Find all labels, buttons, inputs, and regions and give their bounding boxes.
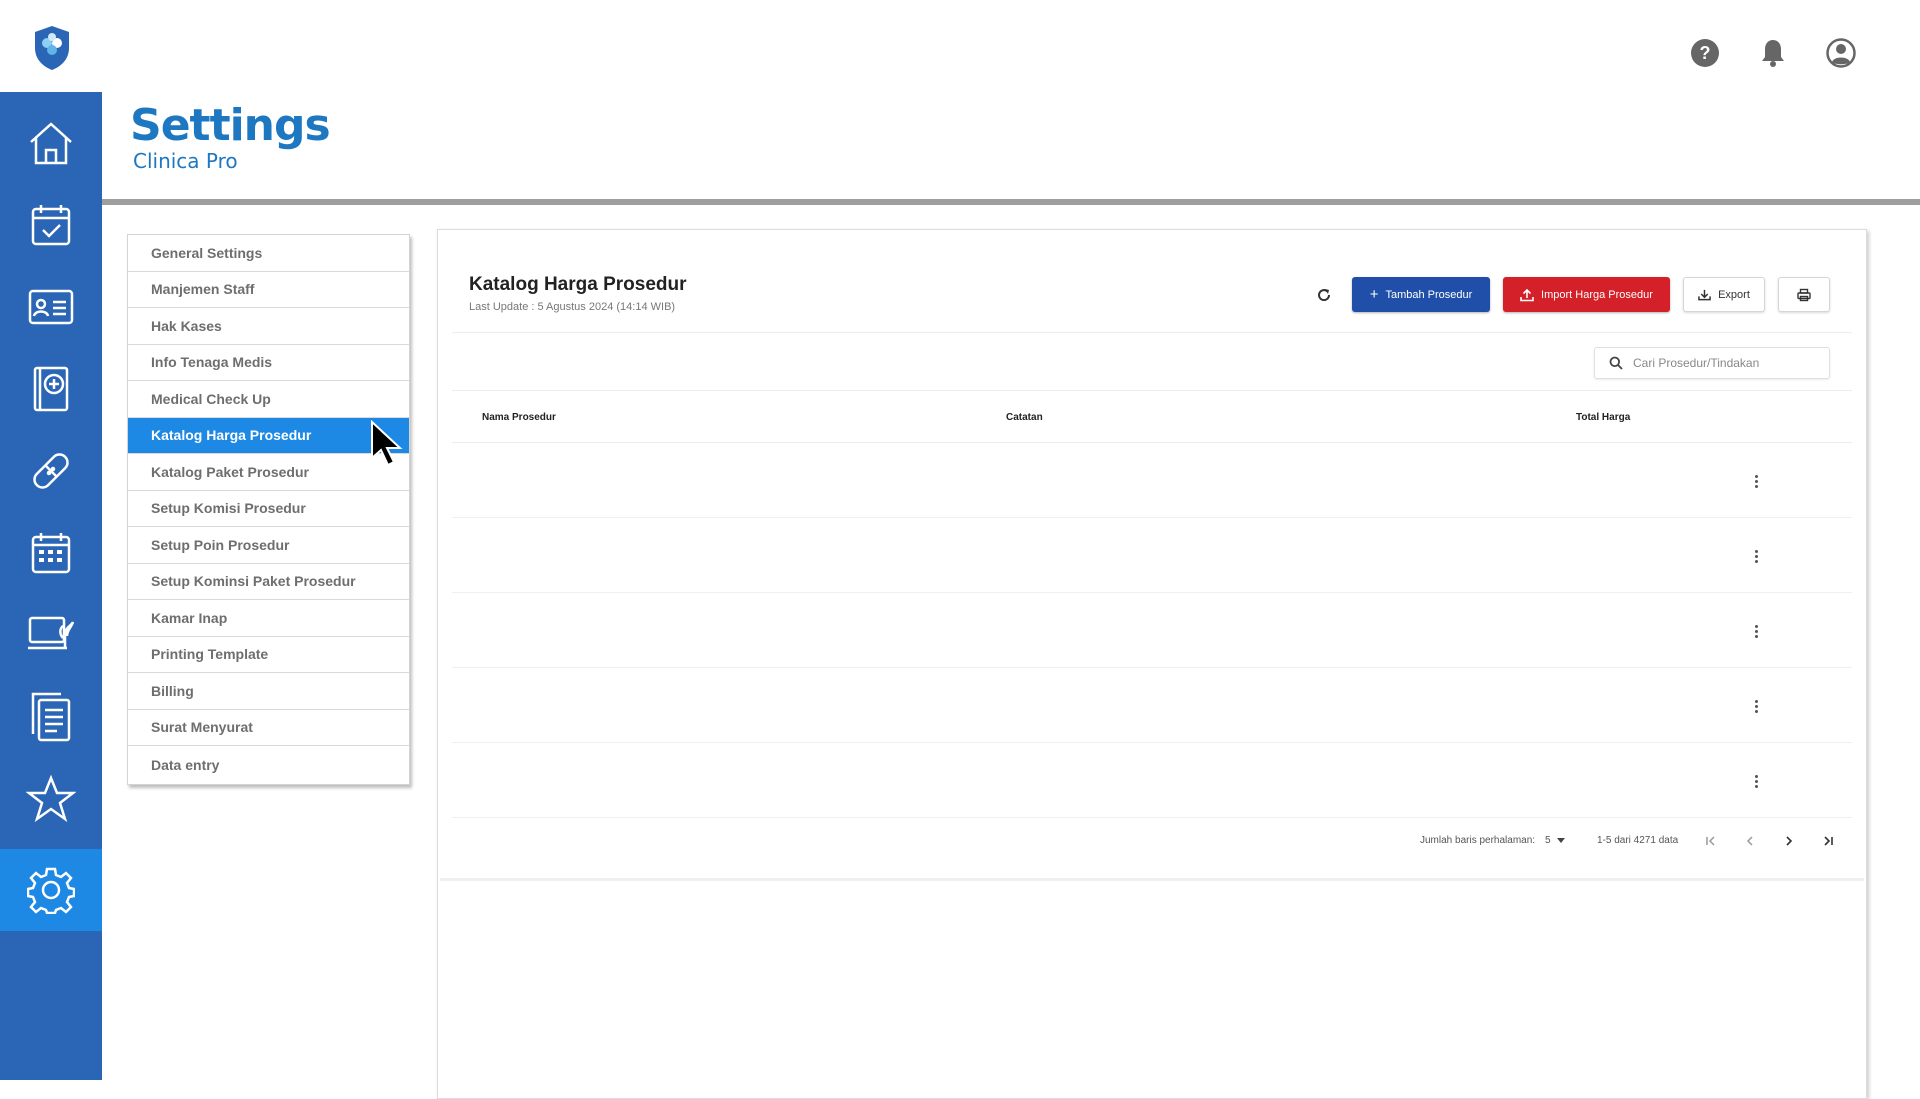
- upload-icon: [1520, 288, 1534, 301]
- add-procedure-label: Tambah Prosedur: [1385, 288, 1473, 301]
- panel-title: Katalog Harga Prosedur: [469, 274, 687, 295]
- refresh-button[interactable]: [1311, 277, 1337, 312]
- column-header-catatan[interactable]: Catatan: [1006, 412, 1043, 423]
- rows-per-page-label: Jumlah baris perhalaman:: [1420, 835, 1536, 846]
- bell-icon[interactable]: [1758, 38, 1788, 68]
- calendar-grid-icon[interactable]: [0, 512, 102, 594]
- column-header-total-harga[interactable]: Total Harga: [1576, 412, 1630, 423]
- calendar-check-icon[interactable]: [0, 184, 102, 266]
- page-subtitle: Clinica Pro: [133, 149, 238, 173]
- id-card-icon[interactable]: [0, 266, 102, 348]
- menu-item-billing[interactable]: Billing: [128, 673, 409, 710]
- previous-page-button[interactable]: [1740, 831, 1760, 851]
- last-page-icon: [1824, 836, 1833, 846]
- sidebar: [0, 92, 102, 1080]
- menu-item-setup-komisi-prosedur[interactable]: Setup Komisi Prosedur: [128, 491, 409, 527]
- star-icon[interactable]: [0, 758, 102, 840]
- table-row: [452, 593, 1852, 668]
- menu-item-general-settings[interactable]: General Settings: [128, 235, 409, 272]
- search-input[interactable]: [1633, 356, 1813, 370]
- row-menu-icon[interactable]: [1748, 471, 1764, 491]
- last-update-text: Last Update : 5 Agustus 2024 (14:14 WIB): [469, 301, 676, 313]
- refresh-icon: [1318, 288, 1331, 301]
- row-menu-icon[interactable]: [1748, 546, 1764, 566]
- home-icon[interactable]: [0, 102, 102, 184]
- menu-item-medical-check-up[interactable]: Medical Check Up: [128, 381, 409, 418]
- rows-per-page-select[interactable]: 5: [1545, 835, 1565, 846]
- menu-item-katalog-harga-prosedur[interactable]: Katalog Harga Prosedur: [128, 417, 409, 454]
- row-menu-icon[interactable]: [1748, 621, 1764, 641]
- table-row: [452, 518, 1852, 593]
- clipboard-list-icon[interactable]: [0, 676, 102, 758]
- table-row: [452, 443, 1852, 518]
- rows-per-page-value: 5: [1545, 835, 1551, 846]
- row-menu-icon[interactable]: [1748, 771, 1764, 791]
- menu-item-printing-template[interactable]: Printing Template: [128, 637, 409, 673]
- page-header: Settings Clinica Pro: [130, 100, 331, 173]
- menu-item-surat-menyurat[interactable]: Surat Menyurat: [128, 710, 409, 746]
- first-page-button[interactable]: [1701, 831, 1721, 851]
- add-procedure-button[interactable]: + Tambah Prosedur: [1352, 277, 1490, 312]
- panel-section-divider: [440, 878, 1864, 881]
- column-header-nama-prosedur[interactable]: Nama Prosedur: [482, 412, 556, 423]
- help-icon[interactable]: ?: [1690, 38, 1720, 68]
- download-icon: [1698, 289, 1711, 301]
- pagination-range: 1-5 dari 4271 data: [1597, 835, 1679, 846]
- table-row: [452, 668, 1852, 743]
- printer-icon: [1797, 288, 1811, 301]
- caret-down-icon: [1556, 837, 1565, 843]
- bandage-icon[interactable]: [0, 430, 102, 512]
- search-box[interactable]: [1594, 347, 1830, 379]
- table-row: [452, 743, 1852, 818]
- print-button[interactable]: [1778, 277, 1830, 312]
- gear-icon[interactable]: [0, 849, 102, 931]
- user-icon[interactable]: [1826, 38, 1856, 68]
- monitor-plant-icon[interactable]: [0, 594, 102, 676]
- next-page-button[interactable]: [1779, 831, 1799, 851]
- chevron-right-icon: [1786, 836, 1793, 846]
- import-price-button[interactable]: Import Harga Prosedur: [1503, 277, 1670, 312]
- search-icon: [1609, 356, 1623, 370]
- clinic-logo[interactable]: [32, 24, 72, 72]
- menu-item-manajemen-staff[interactable]: Manjemen Staff: [128, 272, 409, 308]
- menu-item-setup-komisi-paket[interactable]: Setup Kominsi Paket Prosedur: [128, 564, 409, 600]
- export-button[interactable]: Export: [1683, 277, 1765, 312]
- menu-item-kamar-inap[interactable]: Kamar Inap: [128, 600, 409, 637]
- menu-item-setup-poin-prosedur[interactable]: Setup Poin Prosedur: [128, 527, 409, 564]
- menu-item-katalog-paket-prosedur[interactable]: Katalog Paket Prosedur: [128, 454, 409, 491]
- last-page-button[interactable]: [1818, 831, 1838, 851]
- row-menu-icon[interactable]: [1748, 696, 1764, 716]
- header-divider: [102, 199, 1920, 205]
- menu-item-data-entry[interactable]: Data entry: [128, 746, 409, 784]
- first-page-icon: [1706, 836, 1715, 846]
- svg-text:?: ?: [1700, 43, 1711, 63]
- medical-book-icon[interactable]: [0, 348, 102, 430]
- content-panel: Katalog Harga Prosedur Last Update : 5 A…: [437, 229, 1867, 1099]
- chevron-left-icon: [1746, 836, 1753, 846]
- menu-item-info-tenaga-medis[interactable]: Info Tenaga Medis: [128, 345, 409, 381]
- settings-menu: General Settings Manjemen Staff Hak Kase…: [127, 234, 410, 785]
- import-price-label: Import Harga Prosedur: [1541, 288, 1653, 301]
- top-bar: ?: [0, 0, 1920, 92]
- menu-item-hak-akses[interactable]: Hak Kases: [128, 308, 409, 345]
- export-label: Export: [1718, 288, 1750, 301]
- mouse-cursor-icon: [370, 419, 404, 473]
- plus-icon: +: [1369, 286, 1379, 303]
- search-divider: [452, 390, 1852, 391]
- page-title: Settings: [130, 100, 331, 151]
- toolbar-divider: [452, 332, 1852, 333]
